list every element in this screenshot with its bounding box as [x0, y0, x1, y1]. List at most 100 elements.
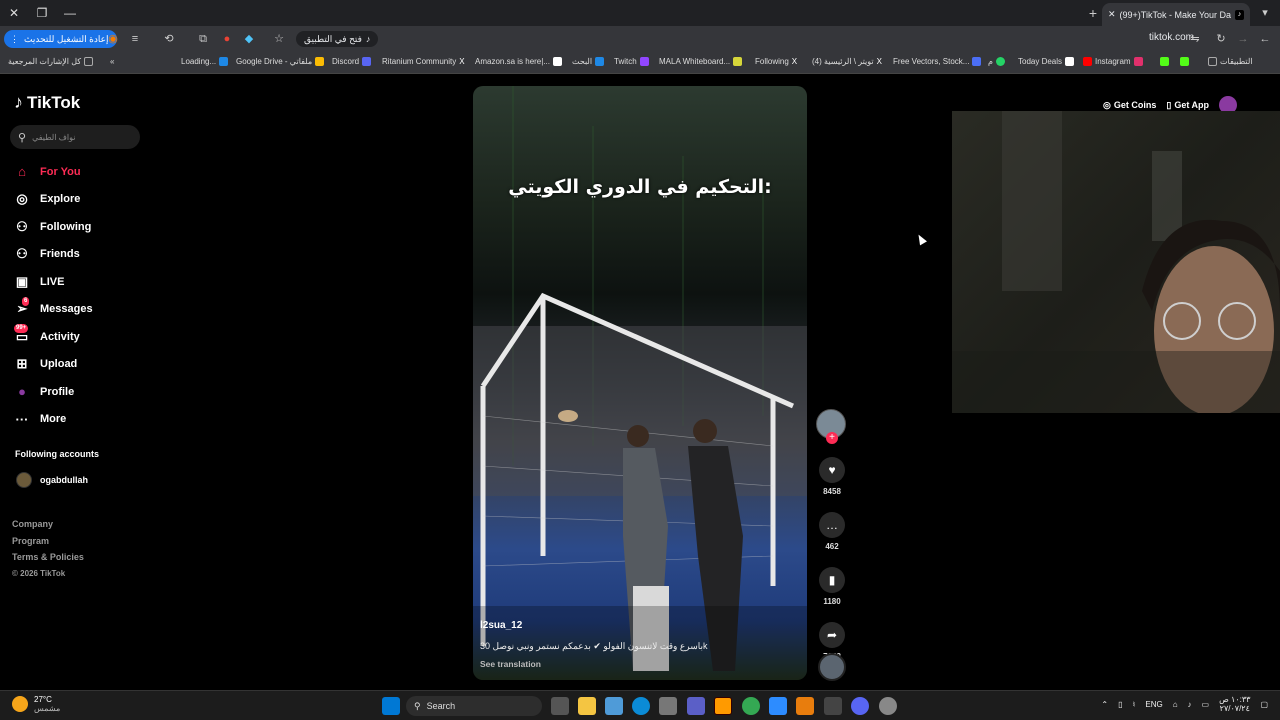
- github-icon[interactable]: [879, 697, 897, 715]
- extension-icon[interactable]: ≡: [126, 30, 144, 48]
- windows-start-icon[interactable]: [382, 697, 400, 715]
- bookmark-item[interactable]: Amazon.sa is here|...: [475, 57, 562, 66]
- get-app-button[interactable]: ▯ Get App: [1166, 100, 1209, 111]
- blender-icon[interactable]: [796, 697, 814, 715]
- bookmark-item[interactable]: م: [988, 57, 1005, 66]
- task-view-icon[interactable]: [551, 697, 569, 715]
- bookmark-item[interactable]: Discord: [332, 57, 372, 66]
- title-bar: ✕ ❐ — + ✕ (99+)TikTok - Make Your Da ♪ ▾: [0, 0, 1280, 26]
- browser-tab[interactable]: ✕ (99+)TikTok - Make Your Da ♪: [1102, 3, 1250, 26]
- volume-icon[interactable]: ♪: [1188, 700, 1192, 709]
- illustrator-icon[interactable]: [714, 697, 732, 715]
- tab-close-icon[interactable]: ✕: [1108, 9, 1116, 20]
- save-action[interactable]: ▮ 1180: [816, 567, 848, 606]
- comment-action[interactable]: … 462: [816, 512, 848, 551]
- see-translation-link[interactable]: See translation: [480, 659, 541, 669]
- open-in-app-chip[interactable]: فتح في التطبيق ♪: [296, 31, 379, 47]
- battery-icon[interactable]: ▯: [1118, 700, 1122, 709]
- weather-widget[interactable]: 27°C مشمس: [12, 695, 60, 713]
- teams-icon[interactable]: [687, 697, 705, 715]
- comment-icon[interactable]: …: [819, 512, 845, 538]
- language-indicator[interactable]: ENG: [1145, 700, 1162, 709]
- file-explorer-icon[interactable]: [578, 697, 596, 715]
- reload-icon[interactable]: ↻: [1212, 30, 1230, 48]
- update-button[interactable]: ⋮ إعادة التشغيل للتحديث: [4, 30, 117, 48]
- like-action[interactable]: ♥ 8458: [816, 457, 848, 496]
- video-username[interactable]: l2sua_12: [480, 620, 522, 631]
- edge-icon[interactable]: [632, 697, 650, 715]
- nav-friends[interactable]: ⚇ Friends: [14, 241, 93, 269]
- footer-company-link[interactable]: Company: [12, 516, 84, 533]
- follow-plus-icon[interactable]: +: [826, 432, 838, 444]
- chevron-up-icon[interactable]: ⌃: [1101, 700, 1108, 709]
- footer-program-link[interactable]: Program: [12, 533, 84, 550]
- power-icon[interactable]: ▭: [1202, 700, 1210, 709]
- extension-icon[interactable]: ⟲: [160, 30, 178, 48]
- share-icon[interactable]: ➦: [819, 622, 845, 648]
- bookmark-item[interactable]: Twitch: [614, 57, 649, 66]
- bookmark-item[interactable]: Instagram: [1083, 57, 1143, 66]
- minimize-window-icon[interactable]: —: [56, 0, 84, 26]
- bookmark-item[interactable]: MALA Whiteboard...: [659, 57, 743, 66]
- nav-messages[interactable]: ➢ 6 Messages: [14, 296, 93, 324]
- creator-avatar[interactable]: +: [816, 409, 846, 444]
- video-player[interactable]: التحكيم في الدوري الكويتي: l2sua_12 باسر…: [473, 86, 807, 680]
- kick-icon[interactable]: [1180, 57, 1189, 66]
- nav-following[interactable]: ⚇ Following: [14, 213, 93, 241]
- notifications-icon[interactable]: ▢: [1260, 700, 1268, 709]
- get-coins-button[interactable]: ◎ Get Coins: [1103, 100, 1156, 111]
- new-tab-button[interactable]: +: [1084, 4, 1102, 22]
- footer-terms-link[interactable]: Terms & Policies: [12, 549, 84, 566]
- bookmark-label: Google Drive - ملفاتي: [236, 57, 313, 66]
- nav-more[interactable]: ··· More: [14, 406, 93, 434]
- mail-icon[interactable]: [769, 697, 787, 715]
- close-window-icon[interactable]: ✕: [0, 0, 28, 26]
- extension-icon[interactable]: ◆: [240, 30, 258, 48]
- extension-icon[interactable]: ●: [218, 30, 236, 48]
- bookmark-item[interactable]: Loading...: [181, 57, 229, 66]
- extensions-puzzle-icon[interactable]: ⧉: [194, 30, 212, 48]
- heart-icon[interactable]: ♥: [819, 457, 845, 483]
- bookmark-item[interactable]: Google Drive - ملفاتي: [236, 57, 325, 66]
- chevron-double-icon[interactable]: «: [110, 57, 114, 66]
- forward-icon[interactable]: →: [1234, 30, 1252, 48]
- back-icon[interactable]: ←: [1256, 30, 1274, 48]
- bookmark-icon[interactable]: ▮: [819, 567, 845, 593]
- tiktok-logo[interactable]: ♪ TikTok: [14, 92, 80, 113]
- bookmark-item[interactable]: Today Deals: [1018, 57, 1075, 66]
- microphone-icon[interactable]: ♮: [1133, 700, 1136, 709]
- discord-icon[interactable]: [851, 697, 869, 715]
- network-icon[interactable]: ⌂: [1173, 700, 1178, 709]
- extension-icon[interactable]: ◉: [104, 30, 122, 48]
- nav-activity[interactable]: ▭ 99+ Activity: [14, 323, 93, 351]
- bookmark-item[interactable]: (4) تويتر \ الرئيسية X: [812, 57, 886, 66]
- bookmark-all[interactable]: كل الإشارات المرجعية: [8, 57, 94, 66]
- bookmark-apps[interactable]: التطبيقات: [1208, 57, 1252, 66]
- nav-live[interactable]: ▣ LIVE: [14, 268, 93, 296]
- bookmark-item[interactable]: Following X: [755, 57, 801, 66]
- clock[interactable]: ١٠:٣٣ ص ٢٧/٠٧/٢٤: [1219, 695, 1250, 713]
- music-disc-avatar[interactable]: [818, 653, 846, 681]
- following-account[interactable]: ogabdullah: [16, 472, 88, 488]
- restore-window-icon[interactable]: ❐: [28, 0, 56, 26]
- tab-search-icon[interactable]: ▾: [1256, 4, 1274, 22]
- bookmark-star-icon[interactable]: ☆: [270, 30, 288, 48]
- bookmark-label: البحث: [572, 57, 593, 66]
- webcam-overlay: [952, 111, 1280, 413]
- bookmark-item[interactable]: البحث: [572, 57, 605, 66]
- following-accounts-heading: Following accounts: [15, 449, 100, 459]
- chrome-icon[interactable]: [742, 697, 760, 715]
- site-settings-icon[interactable]: ⇋: [1186, 30, 1204, 48]
- nav-upload[interactable]: ⊞ Upload: [14, 351, 93, 379]
- bookmark-item[interactable]: Ritanium Community X: [382, 57, 468, 66]
- bookmark-item[interactable]: Free Vectors, Stock...: [893, 57, 982, 66]
- nav-for-you[interactable]: ⌂ For You: [14, 158, 93, 186]
- calculator-icon[interactable]: [824, 697, 842, 715]
- copilot-icon[interactable]: [605, 697, 623, 715]
- nav-explore[interactable]: ◎ Explore: [14, 186, 93, 214]
- taskbar-search[interactable]: ⚲ Search: [406, 696, 542, 716]
- search-input[interactable]: ⚲ نواف الطيفي: [10, 125, 140, 149]
- store-icon[interactable]: [659, 697, 677, 715]
- nav-profile[interactable]: ● Profile: [14, 378, 93, 406]
- kick-icon[interactable]: [1160, 57, 1169, 66]
